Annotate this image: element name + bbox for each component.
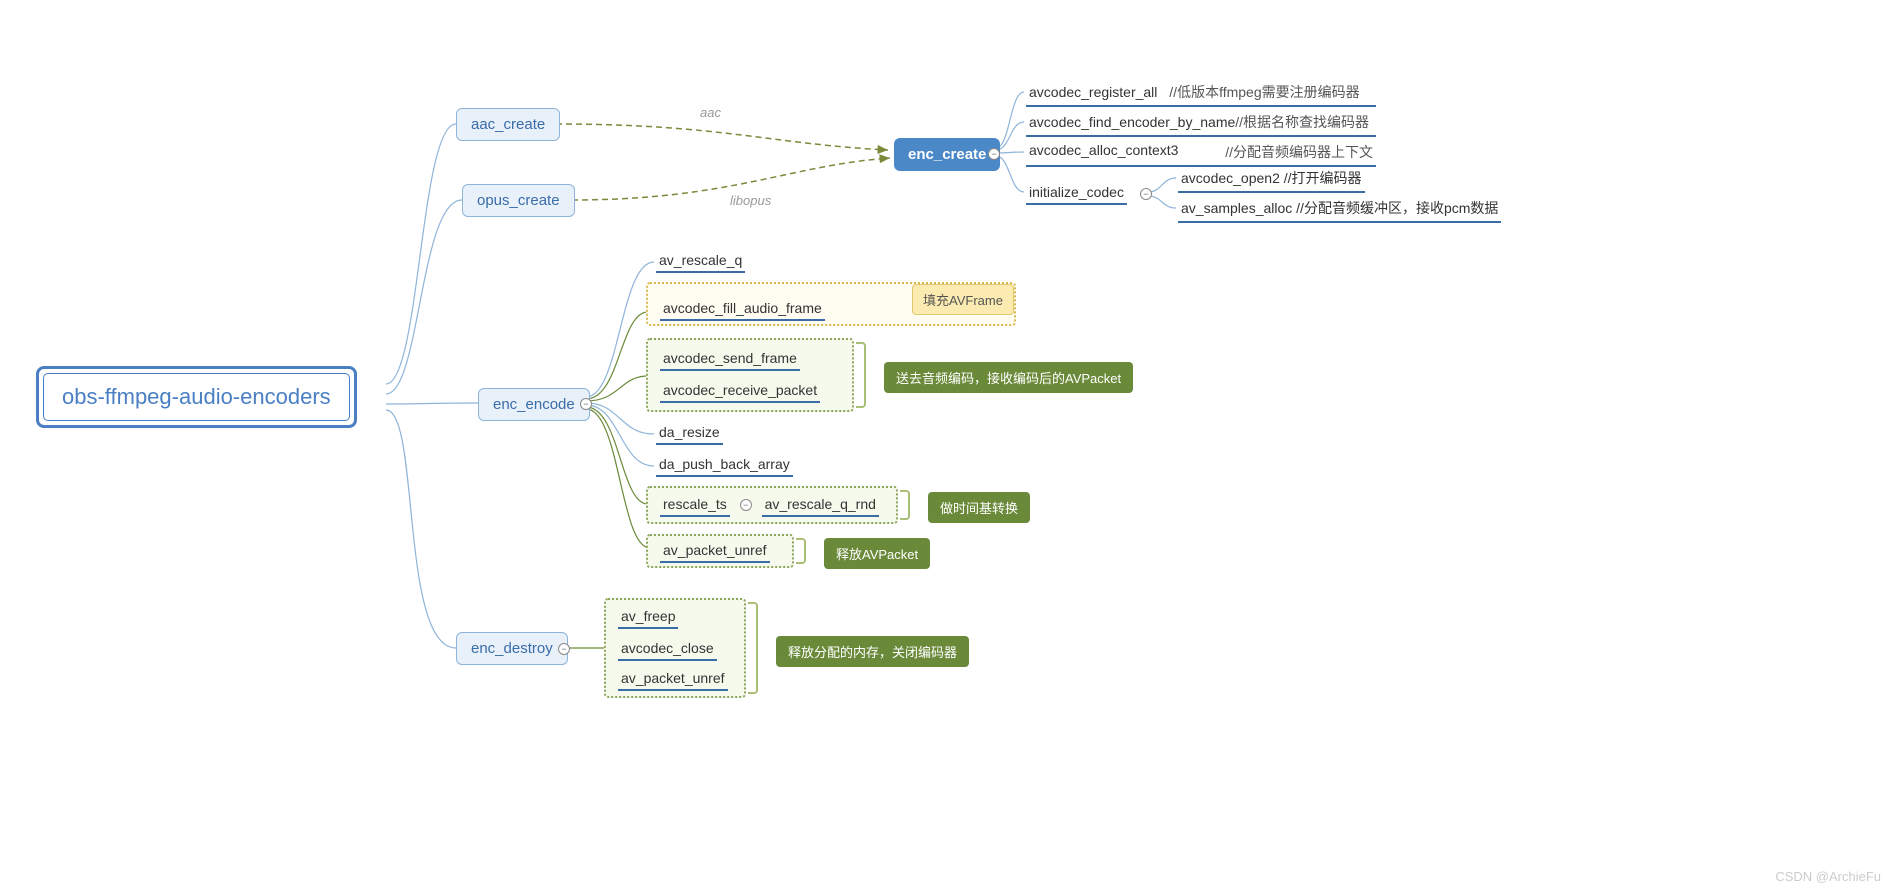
fn2: av_rescale_q_rnd	[762, 494, 879, 517]
node-enc-create[interactable]: enc_create	[894, 138, 1000, 171]
fn: av_samples_alloc //分配音频缓冲区，接收pcm数据	[1181, 200, 1498, 216]
note-unref: 释放AVPacket	[824, 538, 930, 569]
node-send-frame[interactable]: avcodec_send_frame	[660, 348, 800, 371]
label: enc_encode	[493, 396, 575, 413]
note-ts: 做时间基转换	[928, 492, 1030, 523]
node-samples-alloc[interactable]: av_samples_alloc //分配音频缓冲区，接收pcm数据	[1178, 196, 1501, 223]
fn: av_packet_unref	[663, 542, 767, 558]
bracket	[748, 602, 758, 694]
fn: av_freep	[621, 608, 675, 624]
node-da-resize[interactable]: da_resize	[656, 422, 723, 445]
node-find-encoder[interactable]: avcodec_find_encoder_by_name//根据名称查找编码器	[1026, 110, 1376, 137]
fn: avcodec_open2 //打开编码器	[1181, 170, 1362, 186]
node-rescale-q[interactable]: av_rescale_q	[656, 250, 745, 273]
note: //根据名称查找编码器	[1235, 114, 1369, 130]
fn: rescale_ts	[660, 494, 730, 517]
node-enc-destroy[interactable]: enc_destroy	[456, 632, 568, 665]
edge-label-libopus: libopus	[730, 193, 771, 208]
fn: avcodec_register_all	[1029, 84, 1157, 100]
node-avcodec-close[interactable]: avcodec_close	[618, 638, 717, 661]
expander-icon[interactable]: −	[580, 398, 592, 410]
fn: da_resize	[659, 424, 720, 440]
node-alloc-ctx[interactable]: avcodec_alloc_context3 //分配音频编码器上下文	[1026, 140, 1376, 167]
expander-icon[interactable]: −	[988, 148, 1000, 160]
expander-icon[interactable]: −	[1140, 188, 1152, 200]
note-destroy: 释放分配的内存，关闭编码器	[776, 636, 969, 667]
fn: avcodec_find_encoder_by_name	[1029, 114, 1235, 130]
fn: avcodec_fill_audio_frame	[663, 300, 822, 316]
expander-icon[interactable]: −	[740, 499, 752, 511]
label: enc_destroy	[471, 640, 553, 657]
root-label: obs-ffmpeg-audio-encoders	[43, 373, 350, 421]
root-node[interactable]: obs-ffmpeg-audio-encoders	[36, 366, 357, 428]
node-packet-unref[interactable]: av_packet_unref	[660, 540, 770, 563]
fn: avcodec_close	[621, 640, 714, 656]
fn: av_rescale_q	[659, 252, 742, 268]
bracket	[856, 342, 866, 408]
fn: da_push_back_array	[659, 456, 790, 472]
label: enc_create	[908, 146, 986, 163]
fn: avcodec_send_frame	[663, 350, 797, 366]
node-av-freep[interactable]: av_freep	[618, 606, 678, 629]
fn: initialize_codec	[1029, 184, 1124, 200]
node-enc-encode[interactable]: enc_encode	[478, 388, 590, 421]
node-da-push[interactable]: da_push_back_array	[656, 454, 793, 477]
edge-label-aac: aac	[700, 105, 721, 120]
node-aac-create[interactable]: aac_create	[456, 108, 560, 141]
node-packet-unref-2[interactable]: av_packet_unref	[618, 668, 728, 691]
note: //分配音频编码器上下文	[1225, 142, 1373, 162]
node-reg-all[interactable]: avcodec_register_all //低版本ffmpeg需要注册编码器	[1026, 80, 1376, 107]
text: 填充AVFrame	[923, 293, 1003, 308]
label: opus_create	[477, 192, 560, 209]
node-rescale-ts-row[interactable]: rescale_ts − av_rescale_q_rnd	[660, 494, 879, 517]
watermark: CSDN @ArchieFu	[1775, 869, 1881, 884]
bracket	[900, 490, 910, 520]
note: //低版本ffmpeg需要注册编码器	[1169, 84, 1359, 100]
text: 释放分配的内存，关闭编码器	[788, 645, 957, 660]
fn: avcodec_receive_packet	[663, 382, 817, 398]
fn: av_packet_unref	[621, 670, 725, 686]
node-recv-packet[interactable]: avcodec_receive_packet	[660, 380, 820, 403]
node-open2[interactable]: avcodec_open2 //打开编码器	[1178, 166, 1365, 193]
label: aac_create	[471, 116, 545, 133]
node-init-codec[interactable]: initialize_codec	[1026, 182, 1127, 205]
note-fill-avframe: 填充AVFrame	[912, 284, 1014, 315]
note-send-recv: 送去音频编码，接收编码后的AVPacket	[884, 362, 1133, 393]
text: 送去音频编码，接收编码后的AVPacket	[896, 371, 1121, 386]
bracket	[796, 538, 806, 564]
text: 释放AVPacket	[836, 547, 918, 562]
fn: avcodec_alloc_context3	[1029, 142, 1178, 158]
node-fill-audio-frame[interactable]: avcodec_fill_audio_frame	[660, 298, 825, 321]
node-opus-create[interactable]: opus_create	[462, 184, 575, 217]
text: 做时间基转换	[940, 501, 1018, 516]
expander-icon[interactable]: −	[558, 643, 570, 655]
